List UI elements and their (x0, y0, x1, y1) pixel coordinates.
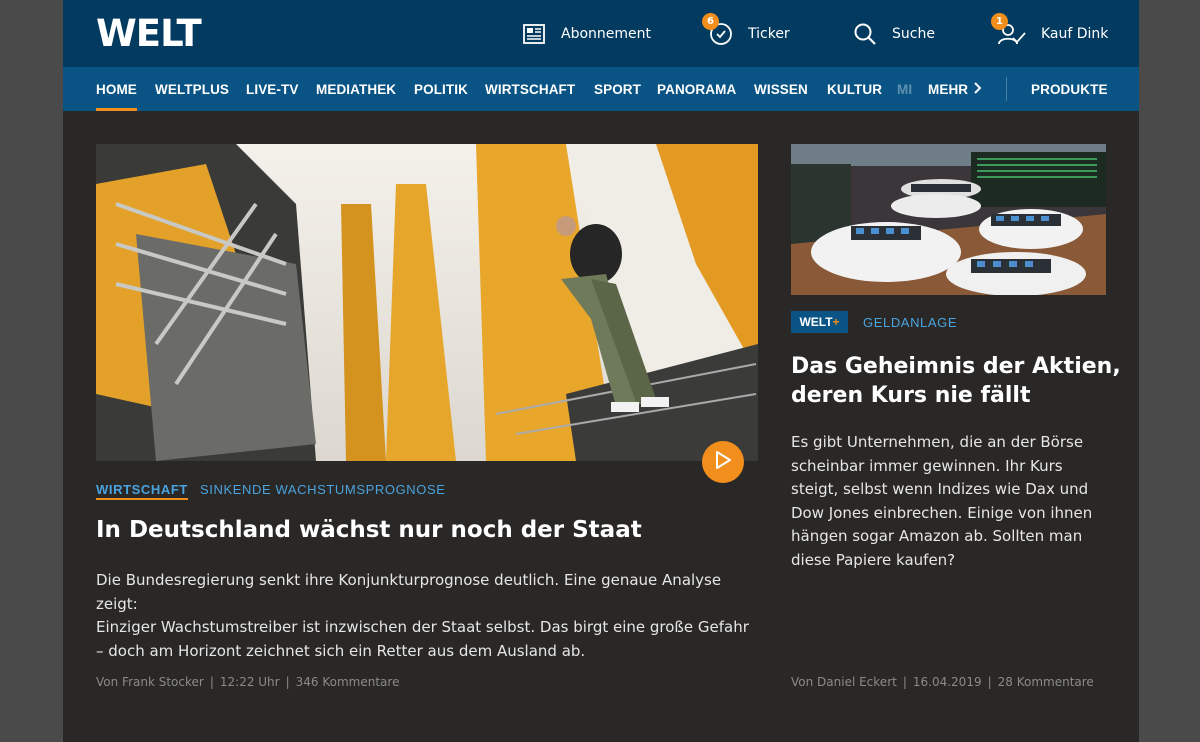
nav-item-kultur[interactable]: KULTUR (827, 67, 882, 111)
teaser-line: – doch am Horizont zeichnet sich ein Ret… (96, 641, 586, 660)
main-article-meta: Von Frank Stocker | 12:22 Uhr | 346 Komm… (96, 675, 399, 689)
teaser-line: Dow Jones einbrechen. Einige von ihnen (791, 503, 1093, 522)
side-article-headline[interactable]: Das Geheimnis der Aktien, deren Kurs nie… (791, 352, 1121, 410)
welt-logo[interactable]: WELT (96, 12, 202, 55)
top-header: WELT Abonnement 6 Ticker Suche 1 Kauf Di… (63, 0, 1139, 67)
main-article-headline[interactable]: In Deutschland wächst nur noch der Staat (96, 517, 642, 543)
account-label: Kauf Dink (1041, 25, 1109, 42)
main-article-teaser[interactable]: Die Bundesregierung senkt ihre Konjunktu… (96, 569, 766, 663)
search-icon (852, 21, 878, 47)
nav-item-home[interactable]: HOME (96, 67, 137, 111)
nav-item-mediathek[interactable]: MEDIATHEK (316, 67, 396, 111)
page: WELT Abonnement 6 Ticker Suche 1 Kauf Di… (63, 0, 1139, 742)
newspaper-icon (521, 21, 547, 47)
play-video-button[interactable] (702, 441, 744, 483)
article-time: 12:22 Uhr (219, 675, 280, 689)
meta-separator: | (987, 675, 992, 689)
weltplus-badge-plus: + (832, 315, 840, 329)
article-date: 16.04.2019 (912, 675, 982, 689)
nav-divider (1006, 77, 1007, 101)
abonnement-button[interactable]: Abonnement (521, 0, 651, 67)
main-article-subkicker[interactable]: SINKENDE WACHSTUMSPROGNOSE (200, 482, 446, 497)
nav-item-weltplus[interactable]: WELTPLUS (155, 67, 229, 111)
side-article-meta: Von Daniel Eckert | 16.04.2019 | 28 Komm… (791, 675, 1094, 689)
side-article-image[interactable] (791, 144, 1106, 295)
account-badge: 1 (991, 12, 1008, 30)
teaser-line: Die Bundesregierung senkt ihre Konjunktu… (96, 571, 722, 613)
search-label: Suche (892, 25, 935, 42)
nav-item-wissen[interactable]: WISSEN (754, 67, 808, 111)
side-article-kicker[interactable]: GELDANLAGE (863, 315, 957, 330)
nav-item-sport[interactable]: SPORT (594, 67, 641, 111)
teaser-line: hängen sogar Amazon ab. Sollten man (791, 527, 1083, 545)
meta-separator: | (285, 675, 290, 689)
teaser-line: steigt, selbst wenn Indizes wie Dax und (791, 480, 1089, 498)
main-article-image[interactable] (96, 144, 758, 461)
user-icon: 1 (991, 12, 1027, 47)
article-comments-link[interactable]: 346 Kommentare (296, 675, 400, 689)
chevron-right-icon (974, 81, 982, 97)
headline-line: deren Kurs nie fällt (791, 383, 1031, 408)
article-author: Von Frank Stocker (96, 675, 204, 689)
article-author: Von Daniel Eckert (791, 675, 897, 689)
abonnement-label: Abonnement (561, 25, 652, 42)
headline-line: Das Geheimnis der Aktien, (791, 354, 1121, 379)
nav-item-live-tv[interactable]: LIVE-TV (246, 67, 298, 111)
nav-item-wirtschaft[interactable]: WIRTSCHAFT (485, 67, 575, 111)
main-navigation: HOME WELTPLUS LIVE-TV MEDIATHEK POLITIK … (63, 67, 1139, 111)
play-icon (715, 451, 731, 473)
nav-item-truncated[interactable]: MI (897, 67, 914, 111)
nav-item-produkte[interactable]: PRODUKTE (1031, 67, 1108, 111)
account-button[interactable]: 1 Kauf Dink (991, 0, 1109, 67)
nav-more-label: MEHR (928, 81, 969, 97)
clock-icon: 6 (702, 12, 734, 47)
nav-item-panorama[interactable]: PANORAMA (657, 67, 736, 111)
teaser-line: diese Papiere kaufen? (791, 550, 956, 569)
meta-separator: | (209, 675, 214, 689)
weltplus-badge[interactable]: WELT + (791, 311, 848, 333)
article-comments-link[interactable]: 28 Kommentare (998, 675, 1094, 689)
main-article-kicker[interactable]: WIRTSCHAFT (96, 482, 188, 500)
weltplus-badge-text: WELT (799, 315, 833, 329)
side-article-teaser[interactable]: Es gibt Unternehmen, die an der Börse sc… (791, 431, 1121, 572)
nav-more-button[interactable]: MEHR (928, 67, 982, 111)
meta-separator: | (902, 675, 907, 689)
teaser-line: scheinbar immer gewinnen. Ihr Kurs (791, 456, 1063, 475)
teaser-line: Es gibt Unternehmen, die an der Börse (791, 433, 1084, 451)
ticker-badge: 6 (702, 12, 719, 30)
ticker-label: Ticker (748, 25, 790, 42)
search-button[interactable]: Suche (852, 0, 935, 67)
ticker-button[interactable]: 6 Ticker (702, 0, 790, 67)
nav-item-politik[interactable]: POLITIK (414, 67, 468, 111)
teaser-line: Einziger Wachstumstreiber ist inzwischen… (96, 618, 749, 636)
